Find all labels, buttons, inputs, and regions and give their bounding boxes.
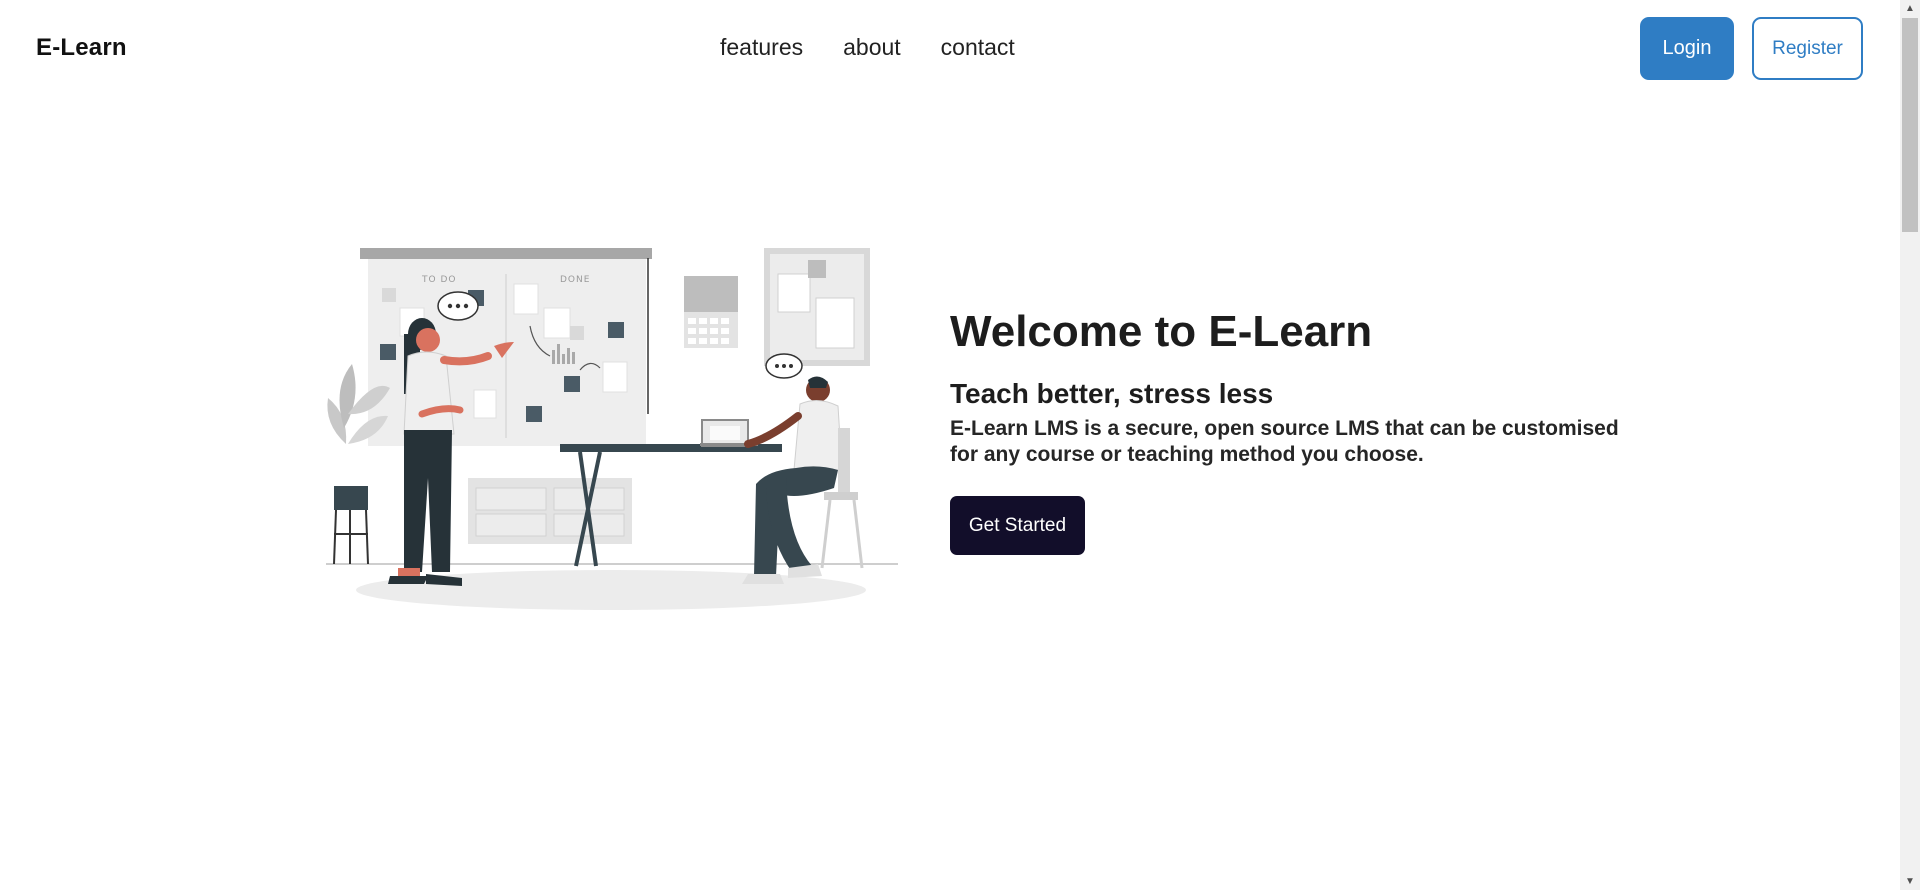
speech-bubble bbox=[765, 353, 803, 379]
sticky-note bbox=[608, 322, 624, 338]
main-nav: features about contact bbox=[720, 34, 1015, 61]
sticky-note bbox=[380, 344, 396, 360]
pinned-note bbox=[815, 297, 855, 349]
sticky-note bbox=[473, 389, 497, 419]
pinned-note bbox=[808, 260, 826, 278]
hero-description-line: for any course or teaching method you ch… bbox=[950, 443, 1424, 466]
hero-description: E-Learn LMS is a secure, open source LMS… bbox=[950, 416, 1630, 468]
scroll-down-arrow-icon[interactable]: ▼ bbox=[1900, 873, 1920, 890]
sticky-note bbox=[570, 326, 584, 340]
nav-contact-link[interactable]: contact bbox=[941, 34, 1015, 61]
pinned-note bbox=[777, 273, 811, 313]
scrollbar-thumb[interactable] bbox=[1902, 18, 1918, 232]
hero-illustration: TO DO DONE bbox=[326, 248, 898, 610]
sticky-note bbox=[602, 361, 628, 393]
login-button[interactable]: Login bbox=[1640, 17, 1734, 80]
register-button[interactable]: Register bbox=[1752, 17, 1863, 80]
top-navbar: E-Learn features about contact Login Reg… bbox=[0, 0, 1900, 98]
man-figure bbox=[742, 376, 864, 584]
sticky-note bbox=[543, 307, 571, 339]
sticky-note bbox=[513, 283, 539, 315]
sticky-note bbox=[382, 288, 396, 302]
nav-about-link[interactable]: about bbox=[843, 34, 901, 61]
nav-features-link[interactable]: features bbox=[720, 34, 803, 61]
hero-title: Welcome to E-Learn bbox=[950, 307, 1373, 356]
speech-bubble bbox=[437, 291, 479, 321]
hero-description-line: E-Learn LMS is a secure, open source LMS… bbox=[950, 417, 1619, 440]
sticky-note bbox=[526, 406, 542, 422]
potted-plant bbox=[327, 364, 390, 565]
get-started-button[interactable]: Get Started bbox=[950, 496, 1085, 555]
hero-text: Welcome to E-Learn Teach better, stress … bbox=[950, 302, 1630, 468]
whiteboard-top-bar bbox=[360, 248, 652, 259]
sticky-note bbox=[564, 376, 580, 392]
hero-subtitle: Teach better, stress less bbox=[950, 378, 1274, 409]
board-column-todo: TO DO bbox=[421, 275, 456, 285]
vertical-scrollbar[interactable]: ▲ ▼ bbox=[1900, 0, 1920, 890]
brand-logo[interactable]: E-Learn bbox=[36, 34, 127, 62]
board-column-done: DONE bbox=[560, 275, 590, 285]
scroll-up-arrow-icon[interactable]: ▲ bbox=[1900, 0, 1920, 17]
